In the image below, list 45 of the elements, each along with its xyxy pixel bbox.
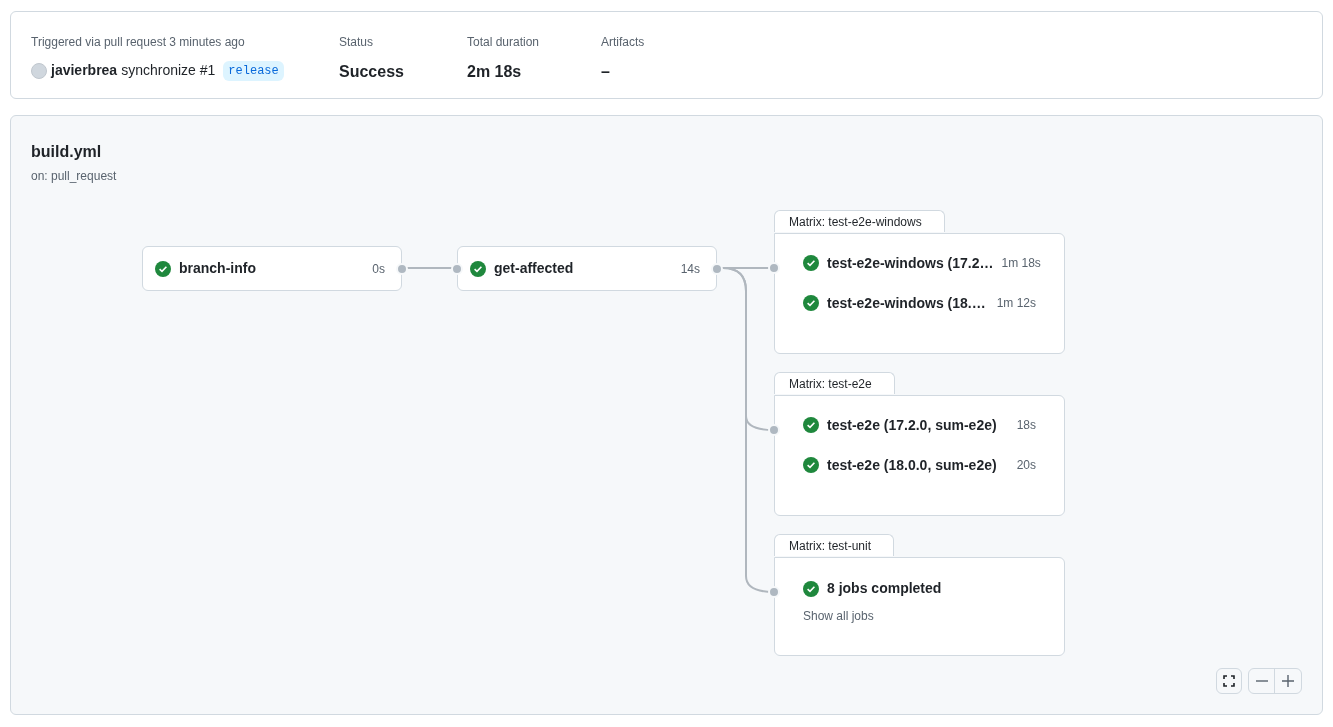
jobs-completed-text: 8 jobs completed (827, 579, 942, 598)
job-node[interactable]: branch-info 0s (142, 246, 402, 291)
matrix-job[interactable]: test-e2e-windows (18.… 1m 12s (803, 294, 1036, 312)
success-check-icon (803, 580, 819, 597)
matrix-summary[interactable]: 8 jobs completed (803, 578, 1036, 599)
fullscreen-icon (1223, 675, 1235, 687)
minus-icon (1255, 680, 1268, 682)
job-duration: 0s (372, 260, 385, 278)
field-label: Artifacts (601, 34, 646, 51)
matrix-job[interactable]: test-e2e (17.2.0, sum-e2e) 18s (803, 416, 1036, 434)
matrix-job[interactable]: test-e2e (18.0.0, sum-e2e) 20s (803, 456, 1036, 474)
field-value: 2m 18s (467, 62, 523, 82)
trigger-label: Triggered via pull request 3 minutes ago (31, 34, 246, 51)
job-duration: 14s (680, 260, 700, 278)
job-name: branch-info (179, 259, 257, 278)
success-check-icon (803, 295, 819, 311)
success-check-icon (803, 417, 819, 433)
field-value: Success (339, 62, 405, 82)
workflow-trigger: on: pull_request (31, 168, 117, 185)
branch-label[interactable]: release (223, 60, 284, 81)
job-name: test-e2e-windows (17.2… (827, 253, 994, 273)
job-name: test-e2e (17.2.0, sum-e2e) (827, 415, 998, 435)
success-check-icon (803, 255, 819, 271)
job-node[interactable]: get-affected 14s (457, 246, 717, 291)
field-label: Status (339, 34, 375, 51)
field-label: Total duration (467, 34, 541, 51)
success-check-icon (803, 457, 819, 473)
success-check-icon (470, 260, 486, 277)
connector-port (451, 262, 463, 275)
success-check-icon (155, 260, 171, 277)
job-name: get-affected (494, 259, 575, 278)
event-text: synchronize #1 (121, 61, 216, 80)
job-duration: 1m 12s (996, 295, 1036, 312)
actor-link[interactable]: javierbrea (51, 60, 118, 81)
plus-icon (1282, 675, 1294, 687)
show-all-jobs-link[interactable]: Show all jobs (803, 607, 1036, 625)
job-name: test-e2e-windows (18.… (827, 293, 987, 313)
avatar (31, 62, 47, 79)
job-duration: 1m 18s (1001, 255, 1041, 272)
job-name: test-e2e (18.0.0, sum-e2e) (827, 455, 998, 475)
fullscreen-button[interactable] (1216, 668, 1242, 694)
workflow-file-name: build.yml (31, 142, 103, 162)
field-value: – (601, 62, 611, 82)
job-duration: 20s (1016, 457, 1036, 474)
job-duration: 18s (1016, 417, 1036, 434)
